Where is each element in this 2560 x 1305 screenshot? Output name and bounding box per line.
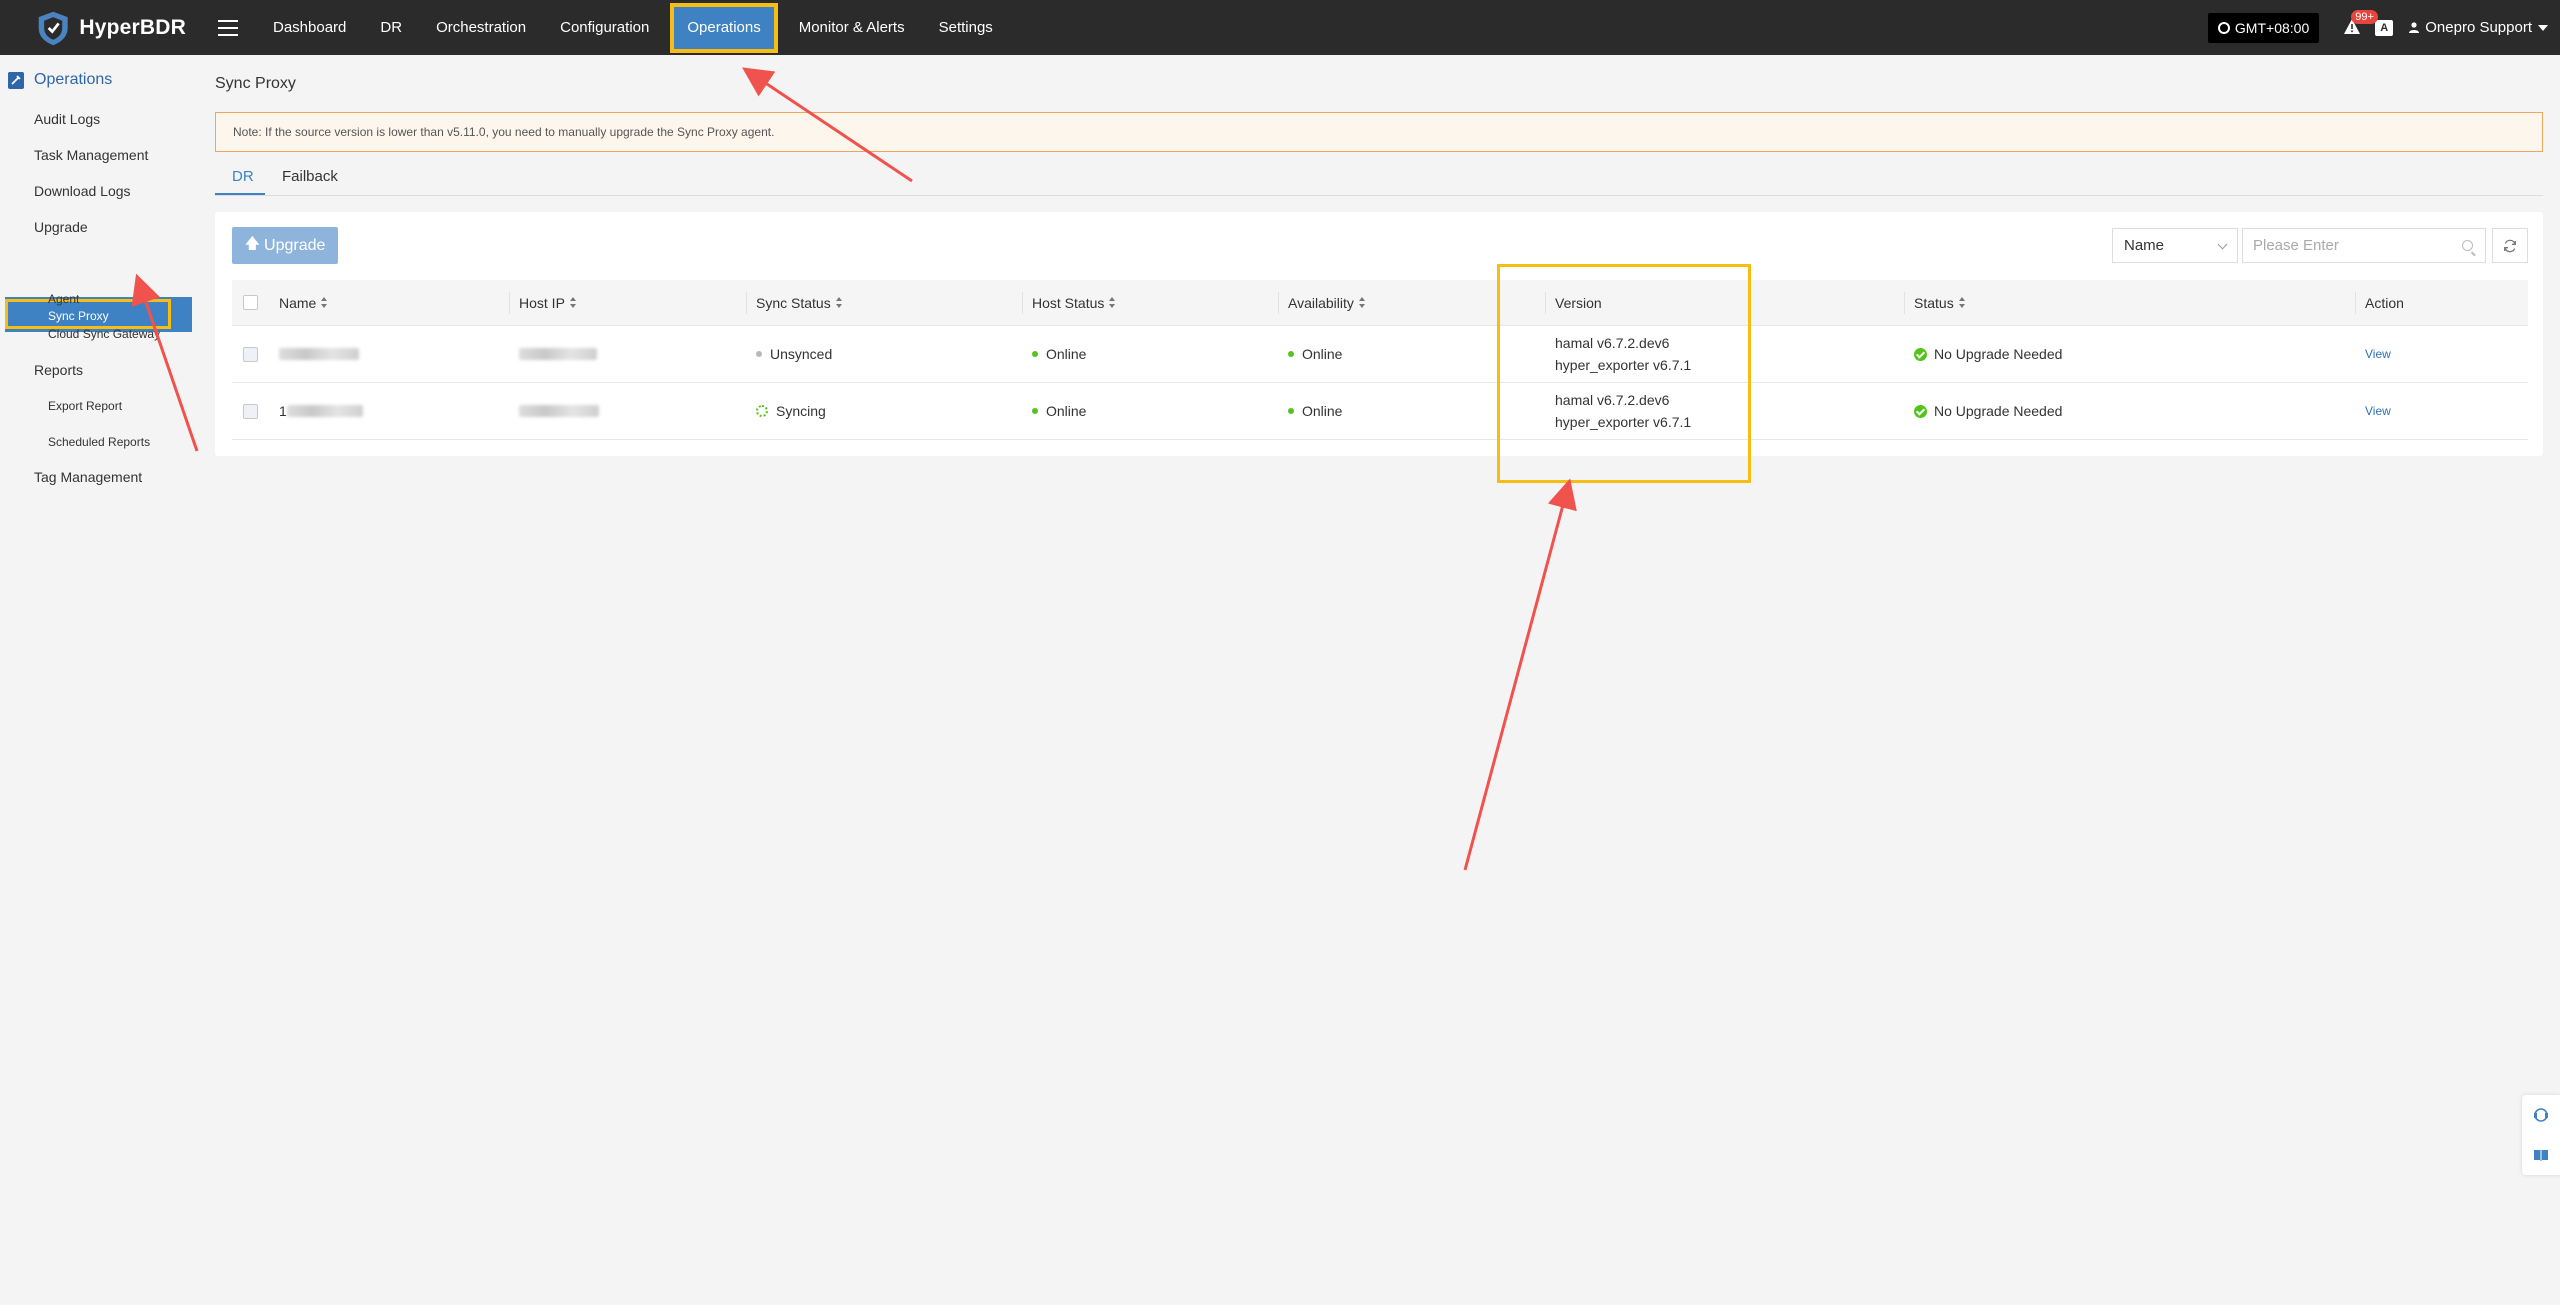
arrow-to-sync-proxy — [131, 273, 199, 452]
floating-toolbar — [2522, 1095, 2560, 1175]
annotation-arrows — [131, 67, 1577, 871]
arrow-to-operations-nav — [742, 67, 913, 183]
book-icon[interactable] — [2533, 1147, 2549, 1163]
support-icon[interactable] — [2533, 1107, 2549, 1123]
arrow-to-version-column — [1463, 478, 1577, 871]
